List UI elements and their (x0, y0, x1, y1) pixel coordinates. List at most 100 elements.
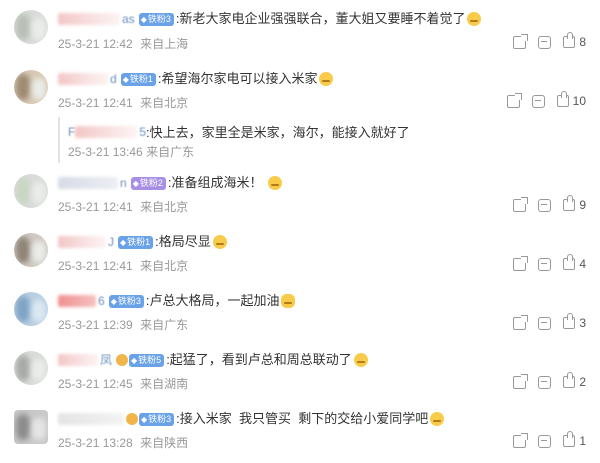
comment-text: :新老大家电企业强强联合，董大姐又要睡不着觉了 (175, 11, 466, 26)
comment-location: 来自广东 (140, 318, 189, 332)
avatar[interactable] (14, 10, 48, 44)
comment-meta: 25-3-21 12:41 来自北京 (58, 198, 192, 215)
like-count: 1 (579, 434, 586, 448)
username-tail[interactable]: d (110, 70, 117, 88)
comment-icon[interactable] (538, 198, 552, 212)
username-tail[interactable]: as (122, 10, 135, 28)
share-icon[interactable] (506, 92, 522, 108)
comment-date: 25-3-21 12:41 (58, 200, 133, 214)
like-icon[interactable] (556, 91, 569, 107)
comment-location: 来自北京 (140, 96, 189, 110)
fist-emoji-icon (281, 294, 296, 308)
share-icon[interactable] (513, 373, 529, 389)
reply-username-tail[interactable]: 5 (139, 125, 146, 139)
laugh-emoji-icon (353, 353, 368, 367)
comment-meta: 25-3-21 12:41 来自北京 (58, 94, 192, 111)
like-icon[interactable] (563, 372, 576, 388)
fan-badge: ◆ 铁粉5 (129, 353, 165, 367)
like-count: 10 (572, 94, 586, 108)
star-eyes-emoji-icon (212, 235, 227, 249)
username-blurred[interactable] (58, 295, 96, 307)
avatar[interactable] (14, 174, 48, 208)
comment-icon[interactable] (538, 375, 552, 389)
smile-emoji-icon (467, 12, 482, 26)
reply-username-head[interactable]: F (68, 125, 75, 139)
diamond-icon: ◆ (120, 237, 127, 247)
share-icon[interactable] (513, 196, 529, 212)
comment-date: 25-3-21 12:41 (58, 96, 133, 110)
like-icon[interactable] (563, 32, 576, 48)
comment-date: 25-3-21 12:45 (58, 377, 133, 391)
comment-meta: 25-3-21 12:42 来自上海 (58, 35, 192, 52)
comment-icon[interactable] (531, 94, 545, 108)
fan-badge: ◆ 铁粉2 (130, 176, 166, 190)
comment-meta: 25-3-21 12:41 来自北京 (58, 257, 192, 274)
reply-meta: 25-3-21 13:46 来自广东 (68, 143, 194, 160)
smile-emoji-icon (430, 412, 445, 426)
like-count: 3 (579, 316, 586, 330)
comment-date: 25-3-21 12:39 (58, 318, 133, 332)
comment-date: 25-3-21 12:42 (58, 37, 133, 51)
laugh-emoji-icon (319, 72, 334, 86)
username-tail[interactable]: n (120, 174, 127, 192)
username-blurred[interactable] (58, 354, 98, 366)
reply-username-blurred[interactable] (75, 125, 138, 138)
like-icon[interactable] (563, 431, 576, 447)
comment-text: :希望海尔家电可以接入米家 (157, 71, 318, 86)
diamond-icon: ◆ (131, 355, 138, 365)
like-count: 9 (579, 198, 586, 212)
comment-meta: 25-3-21 12:45 来自湖南 (58, 375, 192, 392)
comment-icon[interactable] (538, 316, 552, 330)
reply-text: :快上去，家里全是米家，海尔，能接入就好了 (146, 125, 410, 140)
username-blurred[interactable] (58, 73, 108, 85)
comment-location: 来自湖南 (140, 377, 189, 391)
username-blurred[interactable] (58, 177, 118, 189)
comment-meta: 25-3-21 13:28 来自陕西 (58, 434, 192, 451)
username-tail[interactable]: J (108, 233, 114, 251)
avatar[interactable] (14, 70, 48, 104)
comment-icon[interactable] (538, 257, 552, 271)
username-tail[interactable]: 6 (98, 292, 105, 310)
comment-text: :起猛了，看到卢总和周总联动了 (166, 352, 352, 367)
share-icon[interactable] (513, 432, 529, 448)
diamond-icon: ◆ (122, 74, 129, 84)
comment-text: :准备组成海米！ (167, 175, 263, 190)
comment-icon[interactable] (538, 434, 552, 448)
comment-location: 来自北京 (140, 259, 189, 273)
comment-text: :卢总大格局，一起加油 (145, 293, 280, 308)
reply-location: 来自广东 (146, 145, 195, 159)
fan-badge: ◆ 铁粉3 (139, 412, 175, 426)
share-icon[interactable] (513, 314, 529, 330)
avatar[interactable] (14, 410, 48, 444)
share-icon[interactable] (513, 33, 529, 49)
avatar[interactable] (14, 351, 48, 385)
reply-box: F 5 :快上去，家里全是米家，海尔，能接入就好了 25-3-21 13:46 … (58, 117, 586, 163)
badge-avatar-icon (126, 413, 138, 425)
username-blurred[interactable] (58, 413, 124, 425)
comment-text: :格局尽显 (155, 234, 211, 249)
badge-avatar-icon (116, 354, 129, 366)
share-icon[interactable] (513, 255, 529, 271)
fan-badge: ◆ 铁粉1 (120, 72, 156, 86)
like-icon[interactable] (563, 195, 576, 211)
diamond-icon: ◆ (110, 296, 117, 306)
comment-icon[interactable] (538, 35, 552, 49)
username-blurred[interactable] (58, 236, 106, 248)
like-icon[interactable] (563, 254, 576, 270)
username-blurred[interactable] (58, 13, 120, 25)
diamond-icon: ◆ (132, 178, 139, 188)
avatar[interactable] (14, 233, 48, 267)
reply-date: 25-3-21 13:46 (68, 145, 143, 159)
like-icon[interactable] (563, 313, 576, 329)
comment-date: 25-3-21 12:41 (58, 259, 133, 273)
avatar[interactable] (14, 292, 48, 326)
comment-text: :接入米家 我只管买 剩下的交给小爱同学吧 (176, 411, 429, 426)
diamond-icon: ◆ (140, 14, 147, 24)
username-tail[interactable]: 凤 (100, 351, 112, 369)
diamond-icon: ◆ (141, 414, 148, 424)
comment-meta: 25-3-21 12:39 来自广东 (58, 316, 192, 333)
comment-location: 来自陕西 (140, 436, 189, 450)
comment-location: 来自北京 (140, 200, 189, 214)
fan-badge: ◆ 铁粉3 (108, 294, 144, 308)
smile-emoji-icon (268, 176, 283, 190)
